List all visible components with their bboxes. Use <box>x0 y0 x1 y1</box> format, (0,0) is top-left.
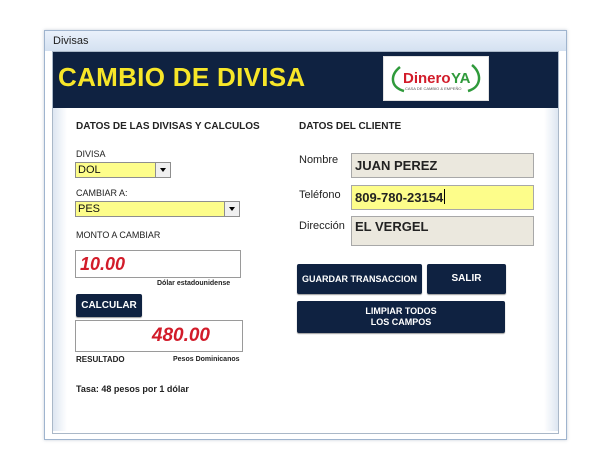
telefono-value: 809-780-23154 <box>355 190 444 205</box>
window-title: Divisas <box>53 35 89 47</box>
svg-text:Dinero: Dinero <box>403 70 451 87</box>
direccion-field[interactable]: EL VERGEL <box>351 216 534 246</box>
divisas-window: Divisas CAMBIO DE DIVISA Dinero YA CASA … <box>44 30 567 440</box>
telefono-field[interactable]: 809-780-23154 <box>351 185 534 210</box>
direccion-label: Dirección <box>299 220 345 232</box>
client-section-heading: DATOS DEL CLIENTE <box>299 121 402 132</box>
calcular-button[interactable]: CALCULAR <box>76 294 142 317</box>
nombre-label: Nombre <box>299 154 339 166</box>
currency-section-heading: DATOS DE LAS DIVISAS Y CALCULOS <box>76 121 260 132</box>
tasa-text: Tasa: 48 pesos por 1 dólar <box>76 384 189 394</box>
limpiar-line2: LOS CAMPOS <box>370 317 432 327</box>
resultado-caption: Pesos Dominicanos <box>173 356 240 363</box>
svg-text:CASA DE CAMBIO & EMPEÑO: CASA DE CAMBIO & EMPEÑO <box>405 86 461 91</box>
text-cursor <box>444 189 446 204</box>
resultado-label: RESULTADO <box>76 355 125 364</box>
cambiar-select[interactable]: PES <box>75 201 240 217</box>
divisa-select-value: DOL <box>78 164 101 176</box>
svg-text:YA: YA <box>451 70 471 87</box>
cambiar-label: CAMBIAR A: <box>76 188 128 198</box>
salir-button[interactable]: SALIR <box>427 264 506 294</box>
page-title: CAMBIO DE DIVISA <box>58 62 306 92</box>
resultado-output: 480.00 <box>75 320 243 352</box>
monto-caption: Dólar estadounidense <box>157 280 231 287</box>
dineroya-logo: Dinero YA CASA DE CAMBIO & EMPEÑO <box>383 56 489 101</box>
direccion-value: EL VERGEL <box>355 219 429 234</box>
divisa-label: DIVISA <box>76 149 106 159</box>
form-frame: CAMBIO DE DIVISA Dinero YA CASA DE CAMBI… <box>52 51 559 434</box>
resultado-value: 480.00 <box>151 325 210 346</box>
window-titlebar[interactable]: Divisas <box>45 31 566 51</box>
header-banner: CAMBIO DE DIVISA Dinero YA CASA DE CAMBI… <box>53 52 558 108</box>
chevron-down-icon[interactable] <box>224 202 239 216</box>
monto-input[interactable]: 10.00 <box>75 250 241 278</box>
form-panel: DATOS DE LAS DIVISAS Y CALCULOS DIVISA D… <box>53 108 558 431</box>
monto-value: 10.00 <box>80 254 126 274</box>
cambiar-select-value: PES <box>78 203 101 215</box>
nombre-field[interactable]: JUAN PEREZ <box>351 153 534 178</box>
divisa-select[interactable]: DOL <box>75 162 171 178</box>
telefono-label: Teléfono <box>299 189 341 201</box>
guardar-transaccion-button[interactable]: GUARDAR TRANSACCION <box>297 264 422 294</box>
chevron-down-icon[interactable] <box>155 163 170 177</box>
nombre-value: JUAN PEREZ <box>355 158 438 173</box>
limpiar-line1: LIMPIAR TODOS <box>365 306 437 316</box>
monto-label: MONTO A CAMBIAR <box>76 230 161 240</box>
limpiar-campos-button[interactable]: LIMPIAR TODOS LOS CAMPOS <box>297 301 505 333</box>
